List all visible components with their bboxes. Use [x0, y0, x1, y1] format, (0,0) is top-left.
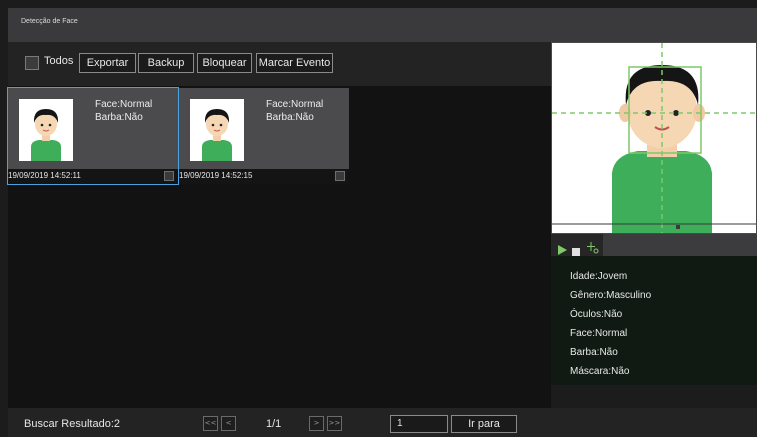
face-attribute: Face:Normal: [95, 99, 153, 110]
first-page-button[interactable]: <<: [203, 416, 218, 431]
card-footer: 19/09/2019 14:52:11: [8, 169, 178, 184]
timestamp: 19/09/2019 14:52:15: [179, 171, 253, 180]
preview-image: [551, 42, 757, 234]
glasses-attribute: Óculos:Não: [570, 309, 623, 320]
card-checkbox[interactable]: [164, 171, 174, 181]
preview-footer: [551, 385, 757, 408]
page-number-input[interactable]: 1: [390, 415, 448, 433]
pagination-bar: Buscar Resultado:2 << < 1/1 > >> 1 Ir pa…: [8, 408, 757, 437]
last-page-button[interactable]: >>: [327, 416, 342, 431]
mask-attribute: Máscara:Não: [570, 366, 630, 377]
next-page-button[interactable]: >: [309, 416, 324, 431]
title-bar: Detecção de Face: [8, 8, 757, 42]
mark-event-button[interactable]: Marcar Evento: [256, 53, 333, 73]
card-footer: 19/09/2019 14:52:15: [179, 169, 349, 184]
gender-attribute: Gênero:Masculino: [570, 290, 652, 301]
select-all-checkbox[interactable]: [25, 56, 39, 70]
face-attributes-panel: Idade:Jovem Gênero:Masculino Óculos:Não …: [551, 256, 757, 385]
export-button[interactable]: Exportar: [79, 53, 136, 73]
prev-page-button[interactable]: <: [221, 416, 236, 431]
card-checkbox[interactable]: [335, 171, 345, 181]
beard-attribute: Barba:Não: [266, 112, 314, 123]
face-attribute: Face:Normal: [266, 99, 324, 110]
result-card[interactable]: Face:Normal Barba:Não 19/09/2019 14:52:1…: [7, 87, 179, 185]
age-attribute: Idade:Jovem: [570, 271, 628, 282]
face-attribute: Face:Normal: [570, 328, 628, 339]
results-grid: Face:Normal Barba:Não 19/09/2019 14:52:1…: [7, 86, 551, 408]
result-count: Buscar Resultado:2: [24, 418, 120, 430]
beard-attribute: Barba:Não: [570, 347, 618, 358]
go-to-page-button[interactable]: Ir para: [451, 415, 517, 433]
face-detection-window: Detecção de Face Todos Exportar Backup B…: [0, 0, 757, 437]
toolbar: Todos Exportar Backup Bloquear Marcar Ev…: [8, 42, 551, 86]
backup-button[interactable]: Backup: [138, 53, 194, 73]
window-title: Detecção de Face: [21, 18, 78, 25]
timestamp: 19/09/2019 14:52:11: [8, 171, 81, 180]
select-all-label: Todos: [44, 55, 74, 67]
beard-attribute: Barba:Não: [95, 112, 143, 123]
face-thumbnail: [19, 99, 73, 161]
face-thumbnail: [190, 99, 244, 161]
playback-controls: [551, 234, 757, 256]
result-card[interactable]: Face:Normal Barba:Não 19/09/2019 14:52:1…: [179, 88, 349, 184]
lock-button[interactable]: Bloquear: [197, 53, 252, 73]
page-indicator: 1/1: [266, 418, 282, 430]
